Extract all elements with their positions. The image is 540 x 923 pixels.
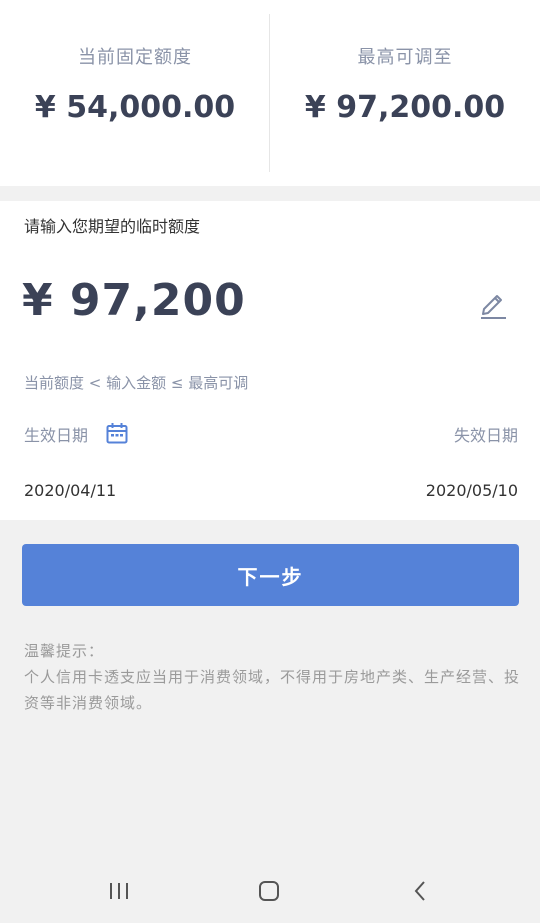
current-limit: 当前固定额度 ¥ 54,000.00 xyxy=(0,0,270,186)
calendar-icon[interactable] xyxy=(106,422,128,444)
edit-pencil-icon[interactable] xyxy=(478,287,508,321)
temporary-limit-page: 当前固定额度 ¥ 54,000.00 最高可调至 ¥ 97,200.00 请输入… xyxy=(0,0,540,923)
amount-range-hint: 当前额度 < 输入金额 ≤ 最高可调 xyxy=(24,374,249,392)
recents-icon[interactable] xyxy=(108,882,130,900)
tips-text: 个人信用卡透支应当用于消费领域，不得用于房地产类、生产经营、投资等非消费领域。 xyxy=(24,668,521,712)
temporary-limit-form: 请输入您期望的临时额度 ¥ 97,200 当前额度 < 输入金额 ≤ 最高可调 … xyxy=(0,201,540,520)
end-date-value[interactable]: 2020/05/10 xyxy=(426,481,518,500)
current-limit-value: ¥ 54,000.00 xyxy=(34,90,236,125)
next-step-button[interactable]: 下一步 xyxy=(22,544,519,606)
start-date-label: 生效日期 xyxy=(24,426,89,445)
max-limit-value: ¥ 97,200.00 xyxy=(304,90,506,125)
current-limit-label: 当前固定额度 xyxy=(78,47,192,68)
back-icon[interactable] xyxy=(412,880,428,902)
max-limit: 最高可调至 ¥ 97,200.00 xyxy=(270,0,540,186)
max-limit-label: 最高可调至 xyxy=(357,47,453,68)
amount-input[interactable]: ¥ 97,200 xyxy=(22,275,246,326)
end-date-label: 失效日期 xyxy=(453,426,518,445)
home-icon[interactable] xyxy=(258,880,280,902)
form-title: 请输入您期望的临时额度 xyxy=(24,217,201,236)
system-navigation-bar xyxy=(0,860,540,923)
tips-title: 温馨提示： xyxy=(24,642,105,660)
limit-summary: 当前固定额度 ¥ 54,000.00 最高可调至 ¥ 97,200.00 xyxy=(0,0,540,186)
start-date-value[interactable]: 2020/04/11 xyxy=(24,481,116,500)
